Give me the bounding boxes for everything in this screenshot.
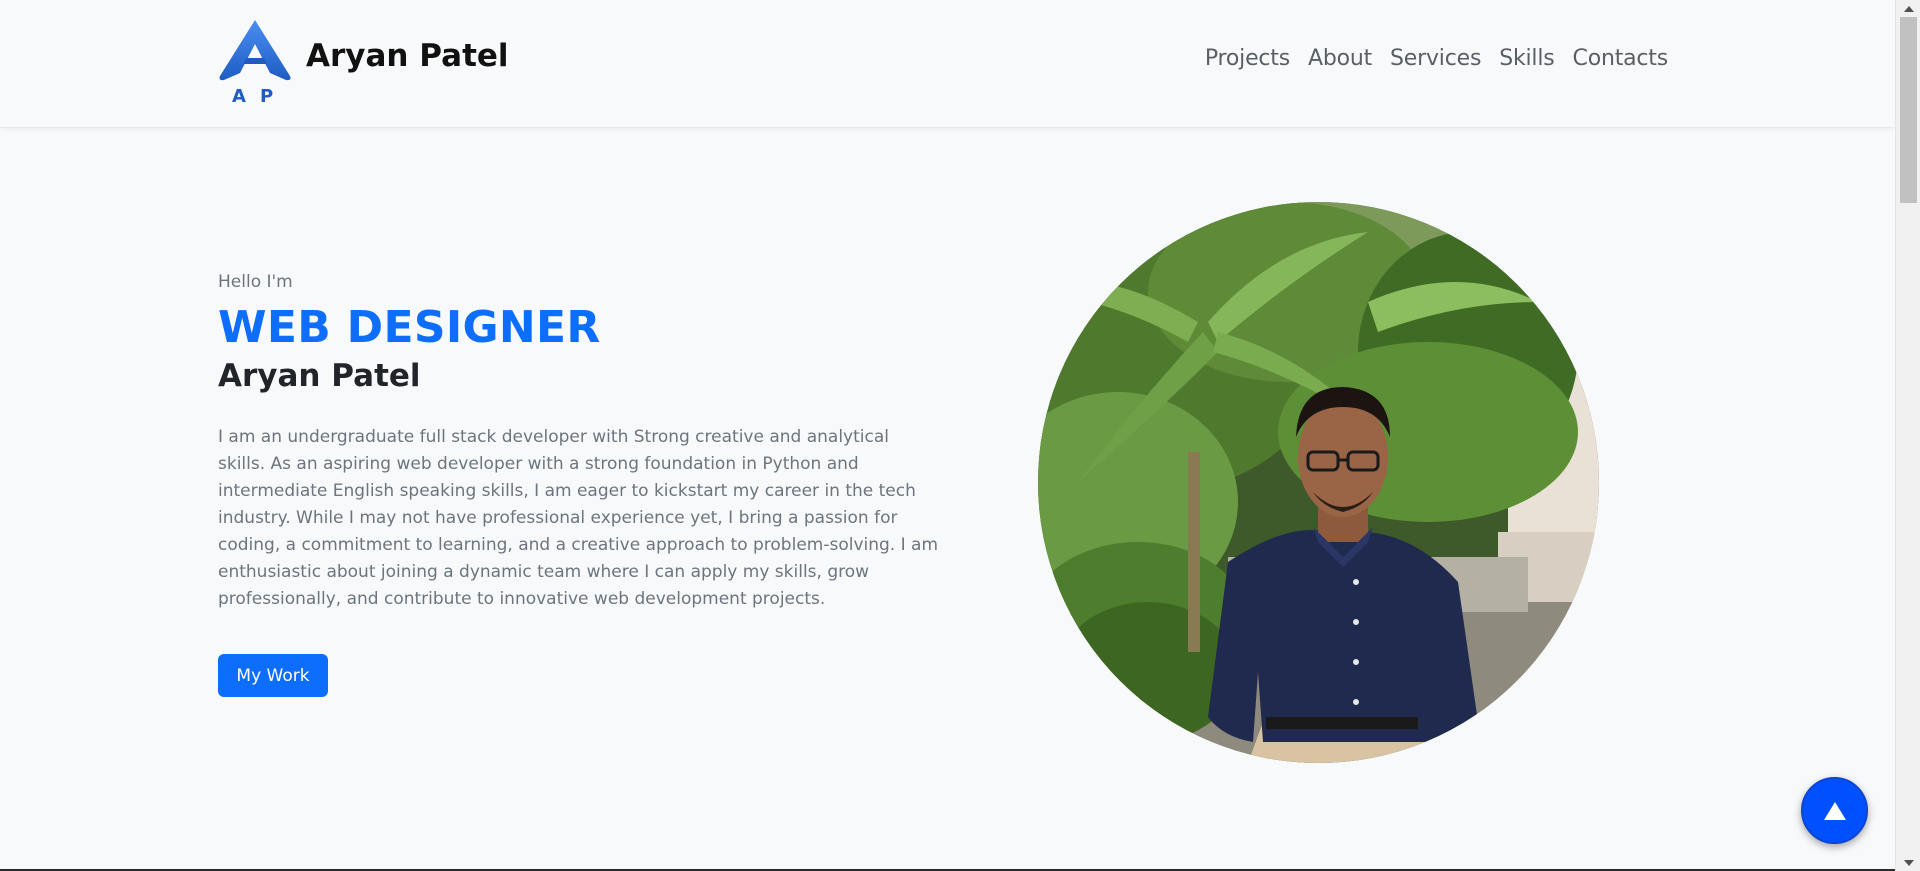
navbar: A P Aryan Patel Projects About Services … — [0, 0, 1895, 128]
nav-link-about[interactable]: About — [1308, 46, 1372, 71]
logo-icon: A P — [218, 18, 292, 104]
svg-text:A: A — [232, 86, 246, 104]
brand-name[interactable]: Aryan Patel — [306, 38, 509, 74]
back-to-top-button[interactable] — [1801, 777, 1868, 844]
hero-role: WEB DESIGNER — [218, 302, 601, 353]
arrow-up-icon — [1823, 801, 1846, 820]
main-nav: Projects About Services Skills Contacts — [1205, 46, 1668, 71]
brand-link[interactable]: A P — [218, 18, 292, 104]
nav-link-services[interactable]: Services — [1390, 46, 1481, 71]
hero-greeting: Hello I'm — [218, 272, 293, 292]
svg-text:P: P — [260, 86, 273, 104]
scroll-up-icon[interactable] — [1896, 0, 1920, 17]
scroll-down-icon[interactable] — [1896, 854, 1920, 871]
nav-link-projects[interactable]: Projects — [1205, 46, 1290, 71]
vertical-scrollbar[interactable] — [1895, 0, 1920, 871]
hero-name: Aryan Patel — [218, 358, 421, 395]
page: A P Aryan Patel Projects About Services … — [0, 0, 1895, 871]
portrait-photo — [1038, 202, 1599, 763]
nav-link-contacts[interactable]: Contacts — [1573, 46, 1669, 71]
hero-bio: I am an undergraduate full stack develop… — [218, 426, 939, 609]
my-work-button[interactable]: My Work — [218, 654, 328, 697]
scrollbar-thumb[interactable] — [1900, 17, 1917, 203]
hero-section: Hello I'm WEB DESIGNER Aryan Patel I am … — [218, 272, 948, 613]
nav-link-skills[interactable]: Skills — [1499, 46, 1555, 71]
